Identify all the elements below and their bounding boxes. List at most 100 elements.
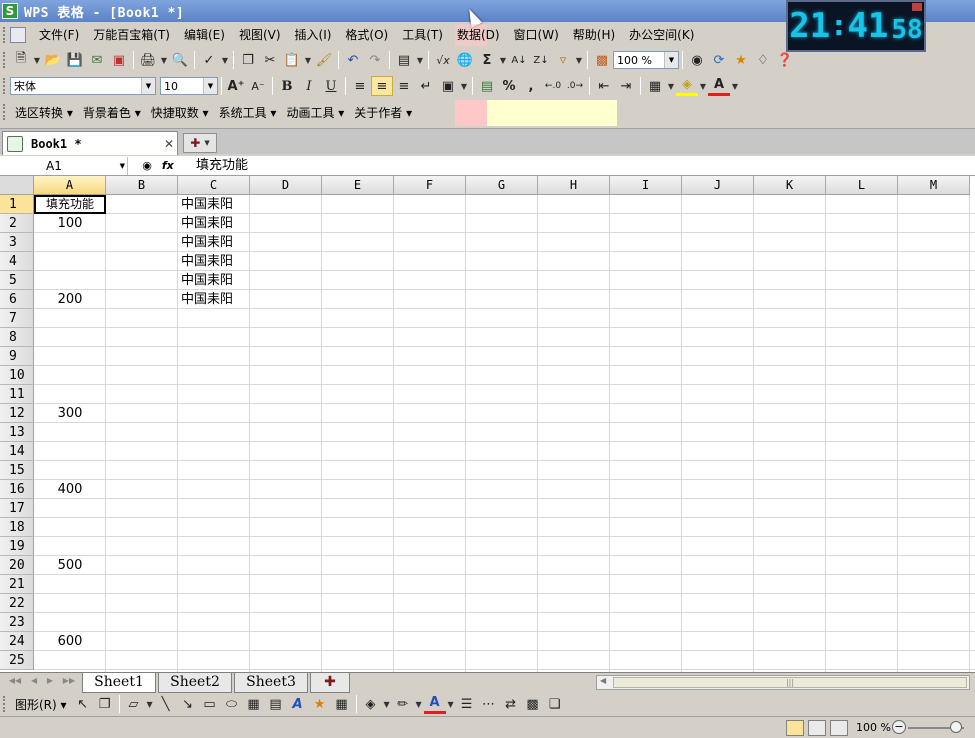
custom-menu-background-color[interactable]: 背景着色 ▾ — [78, 104, 146, 121]
row-header-1[interactable]: 1 — [0, 195, 34, 214]
fill-color-dropdown-arrow[interactable]: ▼ — [698, 76, 708, 96]
menu-edit[interactable]: 编辑(E) — [177, 26, 232, 44]
menu-toolbox[interactable]: 万能百宝箱(T) — [86, 26, 177, 44]
cell-a1[interactable]: 填充功能 — [34, 195, 106, 214]
autofilter-icon[interactable]: ▿ — [552, 50, 574, 70]
row-header-6[interactable]: 6 — [0, 290, 34, 309]
column-header-e[interactable]: E — [322, 176, 394, 195]
sheet-tab-sheet1[interactable]: Sheet1 — [82, 673, 156, 693]
row-header-20[interactable]: 20 — [0, 556, 34, 575]
select-objects-icon[interactable]: ❐ — [94, 694, 116, 714]
align-center-icon[interactable]: ≡ — [371, 76, 393, 96]
template-icon[interactable]: ★ — [730, 50, 752, 70]
row-header-19[interactable]: 19 — [0, 537, 34, 556]
select-pointer-icon[interactable]: ↖ — [72, 694, 94, 714]
custom-menu-selection-convert[interactable]: 选区转换 ▾ — [10, 104, 78, 121]
print-icon[interactable]: 🖨 — [137, 50, 159, 70]
undo-icon[interactable]: ↶ — [342, 50, 364, 70]
row-header-2[interactable]: 2 — [0, 214, 34, 233]
row-header-4[interactable]: 4 — [0, 252, 34, 271]
row-header-3[interactable]: 3 — [0, 233, 34, 252]
menu-tools[interactable]: 工具(T) — [395, 26, 450, 44]
insert-function-icon[interactable]: √x — [432, 50, 454, 70]
normal-view-icon[interactable] — [786, 720, 804, 736]
row-header-9[interactable]: 9 — [0, 347, 34, 366]
arrow-style-icon[interactable]: ⇄ — [500, 694, 522, 714]
scroll-left-icon[interactable]: ◀ — [600, 676, 606, 685]
page-break-view-icon[interactable] — [830, 720, 848, 736]
toolbar-grip[interactable] — [3, 104, 7, 120]
sheet-tab-sheet2[interactable]: Sheet2 — [158, 673, 232, 693]
print-dropdown-arrow[interactable]: ▼ — [159, 50, 169, 70]
line-style-icon[interactable]: ☰ — [456, 694, 478, 714]
currency-icon[interactable]: ▤ — [476, 76, 498, 96]
cell-a24[interactable]: 600 — [34, 632, 106, 651]
menu-file[interactable]: 文件(F) — [32, 26, 86, 44]
clock-close-icon[interactable] — [912, 3, 922, 11]
column-header-m[interactable]: M — [898, 176, 970, 195]
cut-icon[interactable]: ✂ — [259, 50, 281, 70]
zoom-slider-knob[interactable] — [950, 721, 962, 733]
decrease-indent-icon[interactable]: ⇤ — [593, 76, 615, 96]
cell-c2[interactable]: 中国耒阳 — [181, 214, 250, 233]
toolbar-grip[interactable] — [3, 696, 7, 712]
column-header-g[interactable]: G — [466, 176, 538, 195]
merge-center-icon[interactable]: ▣ — [437, 76, 459, 96]
next-sheet-icon[interactable]: ▶ — [47, 676, 53, 690]
column-header-k[interactable]: K — [754, 176, 826, 195]
name-box-dropdown-arrow[interactable]: ▼ — [120, 157, 125, 175]
close-tab-icon[interactable]: ✕ — [164, 137, 174, 151]
row-header-25[interactable]: 25 — [0, 651, 34, 670]
document-menu-icon[interactable] — [10, 27, 26, 43]
custom-menu-about-author[interactable]: 关于作者 ▾ — [349, 104, 417, 121]
font-size-dropdown-arrow[interactable]: ▼ — [203, 78, 217, 94]
clipart-icon[interactable]: ★ — [309, 694, 331, 714]
autosum-dropdown-arrow[interactable]: ▼ — [498, 50, 508, 70]
dash-style-icon[interactable]: ⋯ — [478, 694, 500, 714]
custom-menu-animation-tools[interactable]: 动画工具 ▾ — [281, 104, 349, 121]
menu-data[interactable]: 数据(D) — [450, 26, 507, 44]
column-header-j[interactable]: J — [682, 176, 754, 195]
autosum-icon[interactable]: Σ — [476, 50, 498, 70]
menu-format[interactable]: 格式(O) — [338, 26, 395, 44]
column-header-h[interactable]: H — [538, 176, 610, 195]
borders-icon[interactable]: ▦ — [644, 76, 666, 96]
align-left-icon[interactable]: ≡ — [349, 76, 371, 96]
cell-a2[interactable]: 100 — [34, 214, 106, 233]
column-header-a[interactable]: A — [34, 176, 106, 195]
menu-help[interactable]: 帮助(H) — [566, 26, 622, 44]
cell-c5[interactable]: 中国耒阳 — [181, 271, 250, 290]
spell-dropdown-arrow[interactable]: ▼ — [220, 50, 230, 70]
line-color-dropdown-arrow[interactable]: ▼ — [414, 694, 424, 714]
textbox-icon[interactable]: ▦ — [243, 694, 265, 714]
autoshapes-icon[interactable]: ▱ — [123, 694, 145, 714]
row-header-7[interactable]: 7 — [0, 309, 34, 328]
row-header-11[interactable]: 11 — [0, 385, 34, 404]
formula-input[interactable]: 填充功能 — [188, 157, 975, 175]
paste-dropdown-arrow[interactable]: ▼ — [303, 50, 313, 70]
line-icon[interactable]: ╲ — [155, 694, 177, 714]
arrow-icon[interactable]: ↘ — [177, 694, 199, 714]
column-header-b[interactable]: B — [106, 176, 178, 195]
print-preview-icon[interactable]: 🔍 — [169, 50, 191, 70]
new-file-icon[interactable]: 🗎 — [10, 50, 32, 70]
formula-lookup-icon[interactable]: ◉ — [142, 159, 152, 172]
toolbar-grip[interactable] — [3, 78, 7, 94]
page-layout-view-icon[interactable] — [808, 720, 826, 736]
rectangle-icon[interactable]: ▭ — [199, 694, 221, 714]
row-header-10[interactable]: 10 — [0, 366, 34, 385]
italic-button[interactable]: I — [298, 76, 320, 96]
prev-sheet-icon[interactable]: ◀ — [31, 676, 37, 690]
select-all-corner[interactable] — [0, 176, 34, 195]
cell-a12[interactable]: 300 — [34, 404, 106, 423]
tab-book1[interactable]: Book1 * ✕ — [2, 131, 178, 155]
cell-c3[interactable]: 中国耒阳 — [181, 233, 250, 252]
paste-icon[interactable]: 📋 — [281, 50, 303, 70]
format-painter-icon[interactable]: 🖌 — [313, 50, 335, 70]
bold-button[interactable]: B — [276, 76, 298, 96]
row-header-16[interactable]: 16 — [0, 480, 34, 499]
draw-fill-dropdown-arrow[interactable]: ▼ — [382, 694, 392, 714]
zoom-out-icon[interactable]: − — [892, 720, 906, 734]
row-header-12[interactable]: 12 — [0, 404, 34, 423]
horizontal-scroll-thumb[interactable]: ||| — [613, 677, 967, 688]
